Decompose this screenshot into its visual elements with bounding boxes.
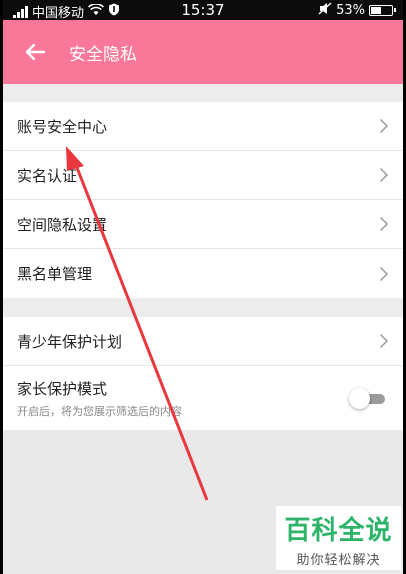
parent-mode-row: 家长保护模式 开启后，将为您展示筛选后的内容 bbox=[3, 366, 403, 430]
battery-fill bbox=[371, 7, 382, 14]
battery-percent: 53% bbox=[336, 3, 365, 18]
account-security-label: 账号安全中心 bbox=[17, 117, 108, 136]
toggle-knob bbox=[349, 388, 370, 409]
blacklist-row[interactable]: 黑名单管理 bbox=[3, 249, 403, 298]
parent-mode-toggle[interactable] bbox=[349, 388, 387, 409]
chevron-right-icon bbox=[379, 118, 389, 134]
settings-group-account: 账号安全中心 实名认证 空间隐私设置 黑名单管理 bbox=[3, 102, 403, 298]
back-button[interactable] bbox=[21, 38, 49, 66]
parent-mode-description: 开启后，将为您展示筛选后的内容 bbox=[17, 404, 182, 418]
watermark-subtitle: 助你轻松解决 bbox=[296, 553, 381, 568]
blacklist-label: 黑名单管理 bbox=[17, 265, 93, 283]
youth-protection-row[interactable]: 青少年保护计划 bbox=[3, 317, 403, 366]
real-name-row[interactable]: 实名认证 bbox=[3, 151, 403, 200]
real-name-label: 实名认证 bbox=[17, 166, 78, 185]
chevron-right-icon bbox=[379, 266, 389, 281]
space-privacy-row[interactable]: 空间隐私设置 bbox=[3, 200, 403, 249]
phone-screen: 中国移动 15:37 53% 安全隐私 账号安全中心 实名认证 空间隐私设置 黑… bbox=[3, 0, 403, 574]
arrow-left-icon bbox=[25, 43, 46, 61]
settings-group-protection: 青少年保护计划 家长保护模式 开启后，将为您展示筛选后的内容 bbox=[3, 317, 403, 430]
youth-protection-label: 青少年保护计划 bbox=[17, 332, 123, 351]
watermark-title: 百科全说 bbox=[284, 516, 393, 546]
chevron-right-icon bbox=[379, 216, 389, 232]
account-security-row[interactable]: 账号安全中心 bbox=[3, 102, 403, 151]
page-title: 安全隐私 bbox=[69, 45, 137, 65]
status-right: 53% bbox=[318, 2, 396, 19]
status-bar: 中国移动 15:37 53% bbox=[3, 0, 403, 21]
mute-icon bbox=[318, 2, 332, 19]
app-header: 安全隐私 bbox=[3, 20, 403, 84]
chevron-right-icon bbox=[379, 167, 389, 183]
space-privacy-label: 空间隐私设置 bbox=[17, 215, 108, 234]
watermark-logo: 百科全说 助你轻松解决 bbox=[276, 506, 401, 570]
battery-icon bbox=[369, 5, 396, 16]
parent-mode-label: 家长保护模式 bbox=[17, 379, 108, 398]
chevron-right-icon bbox=[379, 333, 389, 349]
